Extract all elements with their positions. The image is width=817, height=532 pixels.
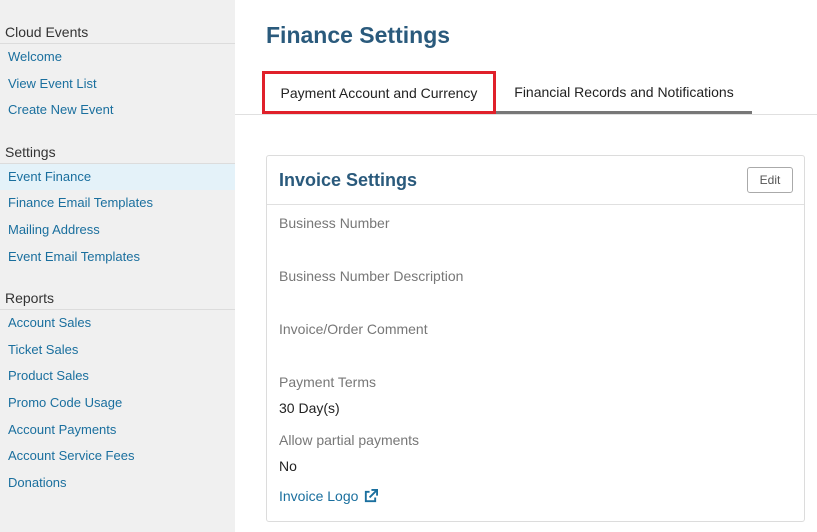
field-label-business-number: Business Number xyxy=(279,215,390,231)
external-link-icon xyxy=(363,488,379,504)
field-value-allow-partial-payments: No xyxy=(279,458,297,474)
field-label-invoice-order-comment: Invoice/Order Comment xyxy=(279,321,428,337)
sidebar-item-account-payments[interactable]: Account Payments xyxy=(0,417,235,444)
section-title-settings: Settings xyxy=(0,140,235,164)
edit-button[interactable]: Edit xyxy=(747,167,793,193)
field-label-payment-terms: Payment Terms xyxy=(279,374,376,390)
sidebar-item-welcome[interactable]: Welcome xyxy=(0,44,235,71)
tab-payment-account-and-currency[interactable]: Payment Account and Currency xyxy=(262,71,496,114)
invoice-settings-card: Invoice Settings Edit Business Number Bu… xyxy=(266,155,805,522)
tab-financial-records-and-notifications[interactable]: Financial Records and Notifications xyxy=(496,71,752,114)
sidebar-item-event-email-templates[interactable]: Event Email Templates xyxy=(0,244,235,271)
field-label-business-number-description: Business Number Description xyxy=(279,268,464,284)
sidebar-item-event-finance[interactable]: Event Finance xyxy=(0,163,235,191)
main-content: Finance Settings Payment Account and Cur… xyxy=(235,0,817,532)
sidebar-item-mailing-address[interactable]: Mailing Address xyxy=(0,217,235,244)
sidebar-item-finance-email-templates[interactable]: Finance Email Templates xyxy=(0,190,235,217)
section-title-cloud-events: Cloud Events xyxy=(0,20,235,44)
invoice-logo-label: Invoice Logo xyxy=(279,488,359,504)
tabs-area: Finance Settings Payment Account and Cur… xyxy=(235,0,817,115)
sidebar-item-donations[interactable]: Donations xyxy=(0,470,235,497)
field-label-allow-partial-payments: Allow partial payments xyxy=(279,432,420,448)
page-title: Finance Settings xyxy=(266,22,451,48)
card-title: Invoice Settings xyxy=(279,170,418,190)
sidebar-item-ticket-sales[interactable]: Ticket Sales xyxy=(0,337,235,364)
field-value-payment-terms: 30 Day(s) xyxy=(279,400,340,416)
sidebar-item-promo-code-usage[interactable]: Promo Code Usage xyxy=(0,390,235,417)
sidebar-item-account-service-fees[interactable]: Account Service Fees xyxy=(0,443,235,470)
section-title-reports: Reports xyxy=(0,286,235,311)
sidebar-item-product-sales[interactable]: Product Sales xyxy=(0,363,235,390)
sidebar-item-view-event-list[interactable]: View Event List xyxy=(0,71,235,98)
sidebar-item-account-sales[interactable]: Account Sales xyxy=(0,310,235,337)
invoice-logo-link[interactable]: Invoice Logo xyxy=(279,488,379,504)
sidebar-item-create-new-event[interactable]: Create New Event xyxy=(0,97,235,124)
card-header: Invoice Settings Edit xyxy=(267,156,804,205)
sidebar: Cloud Events Welcome View Event List Cre… xyxy=(0,0,235,532)
